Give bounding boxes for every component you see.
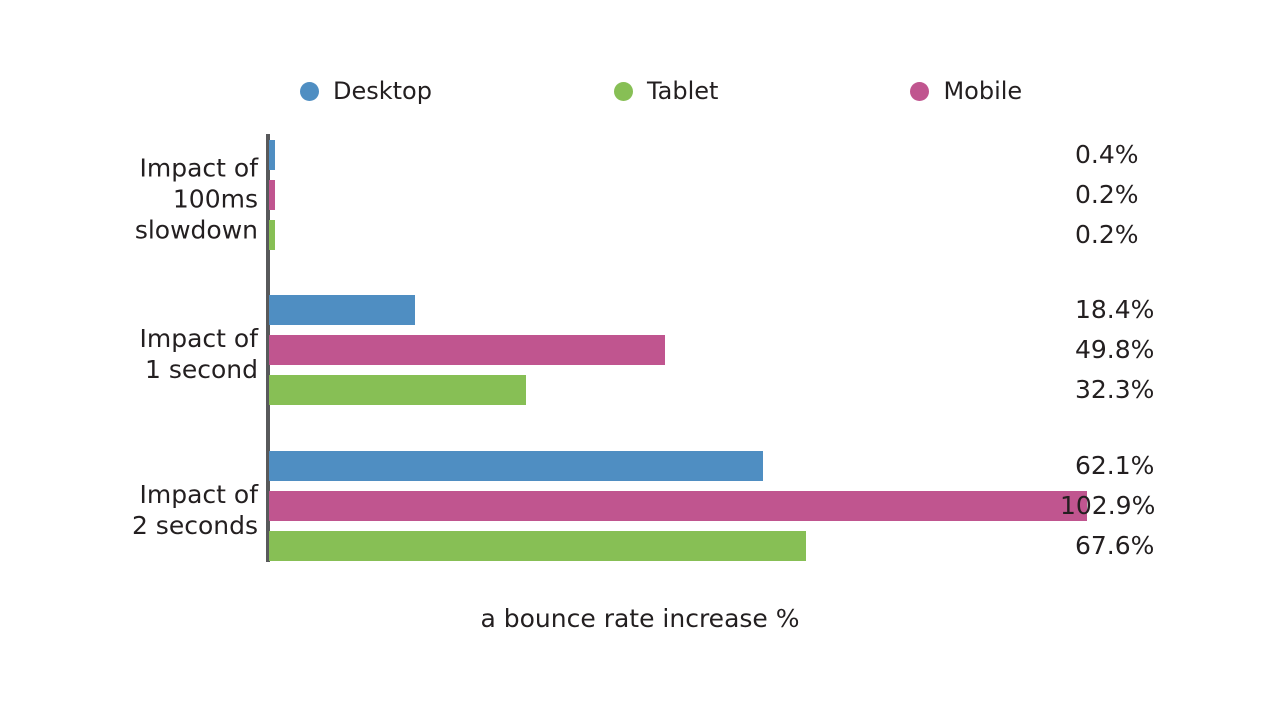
legend-label-tablet: Tablet xyxy=(646,77,719,105)
bar-fill xyxy=(269,491,1088,521)
bar-tablet-100ms[interactable] xyxy=(269,220,275,250)
value-label-mobile-2-seconds: 102.9% xyxy=(1060,491,1156,520)
bar-desktop-2-seconds[interactable] xyxy=(269,451,763,481)
bar-tablet-1-second[interactable] xyxy=(269,375,526,405)
legend-label-mobile: Mobile xyxy=(943,77,1023,105)
category-label-1-second: Impact of 1 second xyxy=(139,323,258,384)
value-label-mobile-1-second: 49.8% xyxy=(1075,335,1155,364)
value-label-tablet-2-seconds: 67.6% xyxy=(1075,531,1155,560)
bar-fill xyxy=(269,295,416,325)
bar-fill xyxy=(269,531,807,561)
category-label-2-seconds: Impact of 2 seconds xyxy=(131,479,258,540)
bar-mobile-1-second[interactable] xyxy=(269,335,665,365)
legend-item-mobile[interactable]: Mobile xyxy=(910,79,1022,103)
bar-fill xyxy=(269,335,665,365)
bar-group-100ms: Impact of 100ms slowdown 0.4% 0.2% 0.2% xyxy=(0,134,1280,263)
bar-fill xyxy=(269,180,275,210)
bar-group-2-seconds: Impact of 2 seconds 62.1% 102.9% 67.6% xyxy=(0,445,1280,574)
value-label-desktop-1-second: 18.4% xyxy=(1075,295,1155,324)
bar-group-1-second: Impact of 1 second 18.4% 49.8% 32.3% xyxy=(0,289,1280,418)
legend-item-desktop[interactable]: Desktop xyxy=(300,79,432,103)
value-label-tablet-1-second: 32.3% xyxy=(1075,375,1155,404)
bar-tablet-2-seconds[interactable] xyxy=(269,531,807,561)
value-label-desktop-2-seconds: 62.1% xyxy=(1075,451,1155,480)
bar-fill xyxy=(269,375,526,405)
bar-desktop-100ms[interactable] xyxy=(269,140,275,170)
chart-legend: Desktop Tablet Mobile xyxy=(300,72,1022,110)
bar-chart: Desktop Tablet Mobile Impact of 100ms sl… xyxy=(0,0,1280,720)
plot-area: Impact of 100ms slowdown 0.4% 0.2% 0.2% … xyxy=(0,134,1280,562)
legend-marker-mobile xyxy=(910,81,930,101)
bar-fill xyxy=(269,220,275,250)
legend-label-desktop: Desktop xyxy=(333,77,432,105)
x-axis-title: a bounce rate increase % xyxy=(480,604,800,633)
bar-fill xyxy=(269,140,275,170)
bar-mobile-2-seconds[interactable] xyxy=(269,491,1088,521)
legend-marker-tablet xyxy=(613,81,633,101)
category-label-100ms: Impact of 100ms slowdown xyxy=(134,153,258,244)
value-label-mobile-100ms: 0.2% xyxy=(1075,180,1139,209)
value-label-desktop-100ms: 0.4% xyxy=(1075,140,1139,169)
bar-fill xyxy=(269,451,763,481)
legend-marker-desktop xyxy=(300,81,319,101)
bar-mobile-100ms[interactable] xyxy=(269,180,275,210)
legend-item-tablet[interactable]: Tablet xyxy=(613,77,719,105)
bar-desktop-1-second[interactable] xyxy=(269,295,416,325)
value-label-tablet-100ms: 0.2% xyxy=(1075,220,1139,249)
